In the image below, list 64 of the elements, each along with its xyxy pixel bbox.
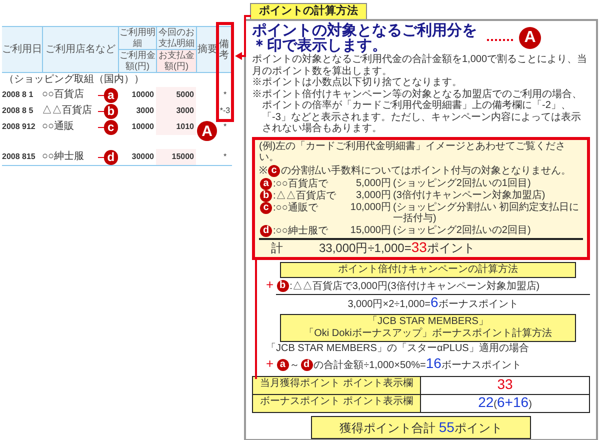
table-cell-text: ○○紳士服 bbox=[42, 150, 86, 164]
table-cell-text: 2008 8 5 bbox=[2, 105, 34, 117]
example-intro: (例)左の「カードご利用代金明細書」イメージとあわせてご覧ください。 bbox=[259, 140, 567, 164]
item-amount: 5,000円 bbox=[354, 178, 392, 190]
table-cell-text: 2008 8 1 bbox=[2, 89, 34, 101]
section-label: （ショッピング取組（国内）） bbox=[3, 73, 145, 87]
column-header: ご利用日 bbox=[2, 42, 42, 57]
formula-text: + b :△△百貨店で3,000円(3倍付けキャンペーン対象加盟店) bbox=[266, 278, 541, 294]
item-amount: 3,000円 bbox=[354, 190, 392, 202]
item-detail: (ショッピング2回払いの2回目) bbox=[393, 224, 532, 238]
table-cell-text: ○○通販 bbox=[42, 120, 76, 134]
intro-text: ポイントの対象となるご利用代金の合計金額を1,000で割ることにより、当月のポイント数を算出します。 bbox=[252, 54, 588, 76]
headline: ポイントの対象となるご利用分を ＊印で表示します。 bbox=[252, 23, 477, 53]
example-note: ※ c の分割払い手数料についてはポイント付与の対象となりません。 bbox=[259, 164, 572, 177]
column-header: ご利用明細 bbox=[118, 27, 156, 49]
table-cell: 3000 bbox=[156, 103, 196, 119]
item-detail: (3倍付けキャンペーン対象加盟店) bbox=[393, 190, 546, 202]
section-heading: 「JCB STAR MEMBERS」 「Oki Dokiボーナスアップ」ボーナスポイント計算方法 bbox=[280, 314, 576, 342]
formula-text: + a ～ d の合計金額÷1,000×50%=16ボーナスポイント bbox=[266, 356, 522, 374]
section-heading: ポイント倍付けキャンペーンの計算方法 bbox=[280, 262, 576, 278]
table-cell-text: * bbox=[222, 121, 228, 133]
table-cell-text: * bbox=[222, 89, 228, 101]
table-cell-text: 2008 912 bbox=[2, 121, 36, 133]
table-cell: 5000 bbox=[156, 87, 196, 103]
table-cell-text: △△百貨店 bbox=[42, 104, 93, 118]
callout-badge: A bbox=[519, 27, 541, 49]
marker-badge: c bbox=[104, 120, 118, 134]
table-cell-text: 2008 815 bbox=[2, 151, 36, 163]
table-cell-text: ○○百貨店 bbox=[42, 88, 86, 102]
table-cell-text: * bbox=[222, 151, 228, 163]
item-store: c :○○通販で bbox=[259, 202, 343, 225]
table-cell: 15000 bbox=[156, 149, 196, 165]
table-cell: 1010 bbox=[156, 119, 196, 135]
table-cell-text: 10000 bbox=[130, 121, 155, 133]
table-cell: 22(6+16) bbox=[421, 394, 589, 412]
note-text: ※ポイントは小数点以下切り捨てとなります。 bbox=[252, 77, 463, 88]
table-cell: 当月獲得ポイント ポイント表示欄 bbox=[253, 377, 421, 394]
table-cell-text: 33 bbox=[496, 377, 514, 394]
column-header: 備考 bbox=[218, 27, 232, 72]
item-amount: 10,000円 bbox=[349, 202, 392, 215]
item-detail: (ショッピング2回払いの1回目) bbox=[393, 178, 532, 190]
item-detail: (ショッピング分割払い 初回約定支払日に一括付与) bbox=[393, 202, 580, 224]
note-text: ※ポイント倍付けキャンペーン等の対象となる加盟店でのご利用の場合、ポイントの倍率が「カードご利用代金明細書」上の備考欄に「-2」、「-3」などと表示されます。ただし、キャンペーン内容によっては表示されない場合もあります。 bbox=[252, 88, 583, 134]
column-header: ご利用店名など bbox=[42, 27, 118, 72]
total-formula: 33,000円÷1,000=33ポイント bbox=[319, 240, 475, 256]
item-store: a :○○百貨店で bbox=[259, 178, 343, 190]
item-store: b :△△百貨店で bbox=[259, 190, 343, 202]
table-cell-text: 30000 bbox=[130, 151, 155, 163]
table-cell-text: 3000 bbox=[135, 105, 155, 117]
column-header: お支払金額(円) bbox=[156, 49, 196, 72]
marker-badge: a bbox=[104, 88, 118, 102]
marker-badge: b bbox=[104, 104, 118, 118]
table-cell: ボーナスポイント ポイント表示欄 bbox=[253, 394, 421, 412]
dotted-leader bbox=[487, 39, 513, 41]
arrow bbox=[235, 12, 251, 62]
grand-total: 獲得ポイント合計 55ポイント bbox=[310, 416, 532, 440]
table-cell-text: 10000 bbox=[130, 89, 155, 101]
item-store: d :○○紳士服で bbox=[259, 224, 343, 238]
formula-text: 3,000円×2÷1,000=6ボーナスポイント bbox=[276, 294, 590, 312]
total-label: 計 bbox=[270, 240, 284, 256]
marker-badge: d bbox=[104, 150, 118, 164]
table-cell-text: *-3 bbox=[218, 105, 232, 117]
formula-text: 「JCB STAR MEMBERS」の「スターαPLUS」適用の場合 bbox=[266, 342, 530, 356]
item-amount: 15,000円 bbox=[349, 224, 392, 238]
